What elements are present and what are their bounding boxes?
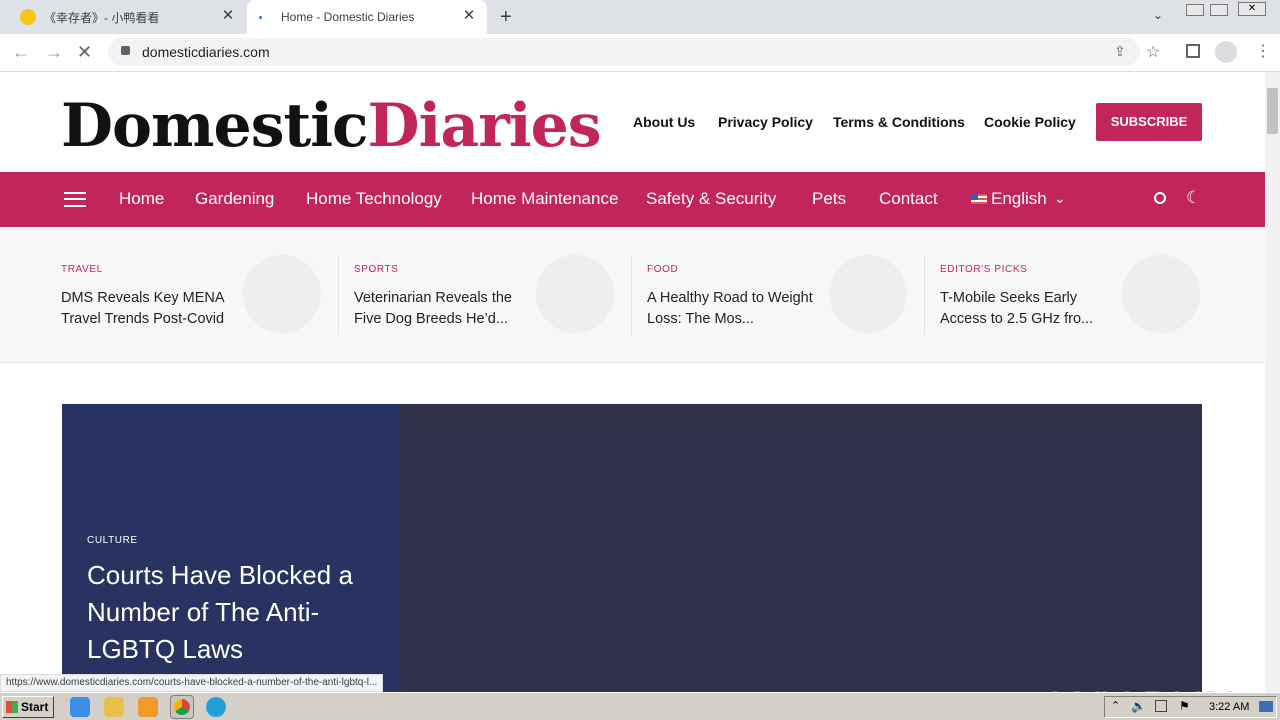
ticker-category[interactable]: FOOD <box>647 264 678 275</box>
ticker-item[interactable]: EDITOR'S PICKS T-Mobile Seeks Early Acce… <box>940 255 1220 335</box>
network-icon[interactable] <box>1155 700 1167 712</box>
main-nav: Home Gardening Home Technology Home Main… <box>0 172 1265 227</box>
ticker-category[interactable]: SPORTS <box>354 264 399 275</box>
taskbar: Start ⌃ 🔈 ⚑ 3:22 AM <box>0 692 1280 720</box>
dark-mode-moon-icon[interactable]: ☾ <box>1186 188 1201 208</box>
media-player-icon[interactable] <box>138 697 158 717</box>
volume-icon[interactable]: 🔈 <box>1131 699 1146 713</box>
nav-home-maintenance[interactable]: Home Maintenance <box>471 189 618 209</box>
top-link-terms[interactable]: Terms & Conditions <box>833 114 965 130</box>
ticker-category[interactable]: TRAVEL <box>61 264 103 275</box>
top-link-about[interactable]: About Us <box>633 114 695 130</box>
hero-text-panel: CULTURE Courts Have Blocked a Number of … <box>62 404 400 692</box>
page-scrollbar[interactable] <box>1265 72 1280 692</box>
windows-logo-icon <box>6 701 18 713</box>
ticker-thumbnail[interactable] <box>243 255 321 333</box>
us-flag-icon <box>971 194 987 204</box>
start-label: Start <box>21 700 49 714</box>
nav-home[interactable]: Home <box>119 189 164 209</box>
search-icon[interactable] <box>1154 192 1166 204</box>
ticker-headline[interactable]: A Healthy Road to Weight Loss: The Mos..… <box>647 288 822 330</box>
loading-favicon-icon <box>259 15 262 19</box>
logo-part-2: Diaries <box>367 91 602 161</box>
browser-tab-active[interactable]: Home - Domestic Diaries ✕ <box>247 0 487 34</box>
lock-icon[interactable] <box>121 46 130 55</box>
status-bar-url: https://www.domesticdiaries.com/courts-h… <box>0 674 384 692</box>
ticker-thumbnail[interactable] <box>1122 255 1200 333</box>
close-tab-icon[interactable]: ✕ <box>220 8 236 24</box>
close-window-icon[interactable]: ✕ <box>1238 2 1266 16</box>
divider <box>631 255 632 335</box>
show-desktop-icon[interactable] <box>1259 701 1273 712</box>
action-center-flag-icon[interactable]: ⚑ <box>1179 699 1190 713</box>
ticker-item[interactable]: FOOD A Healthy Road to Weight Loss: The … <box>647 255 927 335</box>
duck-favicon-icon <box>20 9 36 25</box>
anyrun-watermark: ANY RUN <box>1040 682 1237 692</box>
ticker-item[interactable]: TRAVEL DMS Reveals Key MENA Travel Trend… <box>61 255 341 335</box>
back-icon[interactable]: ← <box>12 42 30 63</box>
nav-pets[interactable]: Pets <box>812 189 846 209</box>
ticker-category[interactable]: EDITOR'S PICKS <box>940 264 1027 275</box>
system-tray: ⌃ 🔈 ⚑ 3:22 AM <box>1104 696 1277 718</box>
subscribe-button[interactable]: SUBSCRIBE <box>1096 103 1202 141</box>
site-logo[interactable]: DomesticDiaries <box>61 90 602 162</box>
side-panel-icon[interactable] <box>1186 44 1200 58</box>
menu-kebab-icon[interactable]: ⋮ <box>1255 41 1271 61</box>
top-link-privacy[interactable]: Privacy Policy <box>718 114 813 130</box>
hamburger-menu-icon[interactable] <box>64 192 86 207</box>
top-link-cookie[interactable]: Cookie Policy <box>984 114 1076 130</box>
address-bar[interactable]: domesticdiaries.com ⇪ <box>108 38 1140 66</box>
share-icon[interactable]: ⇪ <box>1114 43 1126 60</box>
nav-contact[interactable]: Contact <box>879 189 938 209</box>
hero-title[interactable]: Courts Have Blocked a Number of The Anti… <box>87 557 387 668</box>
chrome-icon[interactable] <box>170 695 194 719</box>
tray-expand-icon[interactable]: ⌃ <box>1111 699 1120 712</box>
ticker-headline[interactable]: DMS Reveals Key MENA Travel Trends Post-… <box>61 288 236 330</box>
nav-safety-security[interactable]: Safety & Security <box>646 189 776 209</box>
tab-search-icon[interactable]: ⌄ <box>1153 8 1163 22</box>
bookmark-star-icon[interactable]: ☆ <box>1146 42 1160 62</box>
logo-part-1: Domestic <box>61 91 369 161</box>
ticker-thumbnail[interactable] <box>829 255 907 333</box>
web-page: DomesticDiaries About Us Privacy Policy … <box>0 72 1265 692</box>
ticker-headline[interactable]: T-Mobile Seeks Early Access to 2.5 GHz f… <box>940 288 1115 330</box>
browser-tab[interactable]: 《幸存者》- 小鸭看看 ✕ <box>8 0 246 34</box>
chevron-down-icon: ⌄ <box>1054 190 1066 206</box>
profile-avatar-icon[interactable] <box>1215 41 1237 63</box>
forward-icon[interactable]: → <box>45 42 63 63</box>
ticker-strip: TRAVEL DMS Reveals Key MENA Travel Trend… <box>0 227 1265 363</box>
ticker-item[interactable]: SPORTS Veterinarian Reveals the Five Dog… <box>354 255 634 335</box>
ie-icon[interactable] <box>70 697 90 717</box>
tab-title: Home - Domestic Diaries <box>281 10 415 24</box>
tab-title: 《幸存者》- 小鸭看看 <box>44 10 160 25</box>
divider <box>924 255 925 335</box>
stop-loading-icon[interactable]: ✕ <box>77 42 92 63</box>
url-text: domesticdiaries.com <box>142 44 270 60</box>
hero-featured-post[interactable]: CULTURE Courts Have Blocked a Number of … <box>62 404 1202 692</box>
folder-icon[interactable] <box>104 697 124 717</box>
restore-icon[interactable] <box>1210 4 1228 16</box>
divider <box>338 255 339 335</box>
start-button[interactable]: Start <box>2 696 54 718</box>
close-tab-icon[interactable]: ✕ <box>461 8 477 24</box>
scrollbar-thumb[interactable] <box>1267 88 1278 134</box>
browser-toolbar: ← → ✕ domesticdiaries.com ⇪ ☆ ⋮ <box>0 34 1280 72</box>
minimize-icon[interactable] <box>1186 4 1204 16</box>
browser-tab-strip: 《幸存者》- 小鸭看看 ✕ Home - Domestic Diaries ✕ … <box>0 0 1280 34</box>
nav-gardening[interactable]: Gardening <box>195 189 274 209</box>
new-tab-icon[interactable]: + <box>500 6 512 29</box>
hero-category[interactable]: CULTURE <box>87 535 138 546</box>
clock: 3:22 AM <box>1209 701 1250 713</box>
ticker-thumbnail[interactable] <box>536 255 614 333</box>
language-label: English <box>991 189 1047 208</box>
nav-home-technology[interactable]: Home Technology <box>306 189 442 209</box>
ticker-headline[interactable]: Veterinarian Reveals the Five Dog Breeds… <box>354 288 529 330</box>
edge-icon[interactable] <box>206 697 226 717</box>
